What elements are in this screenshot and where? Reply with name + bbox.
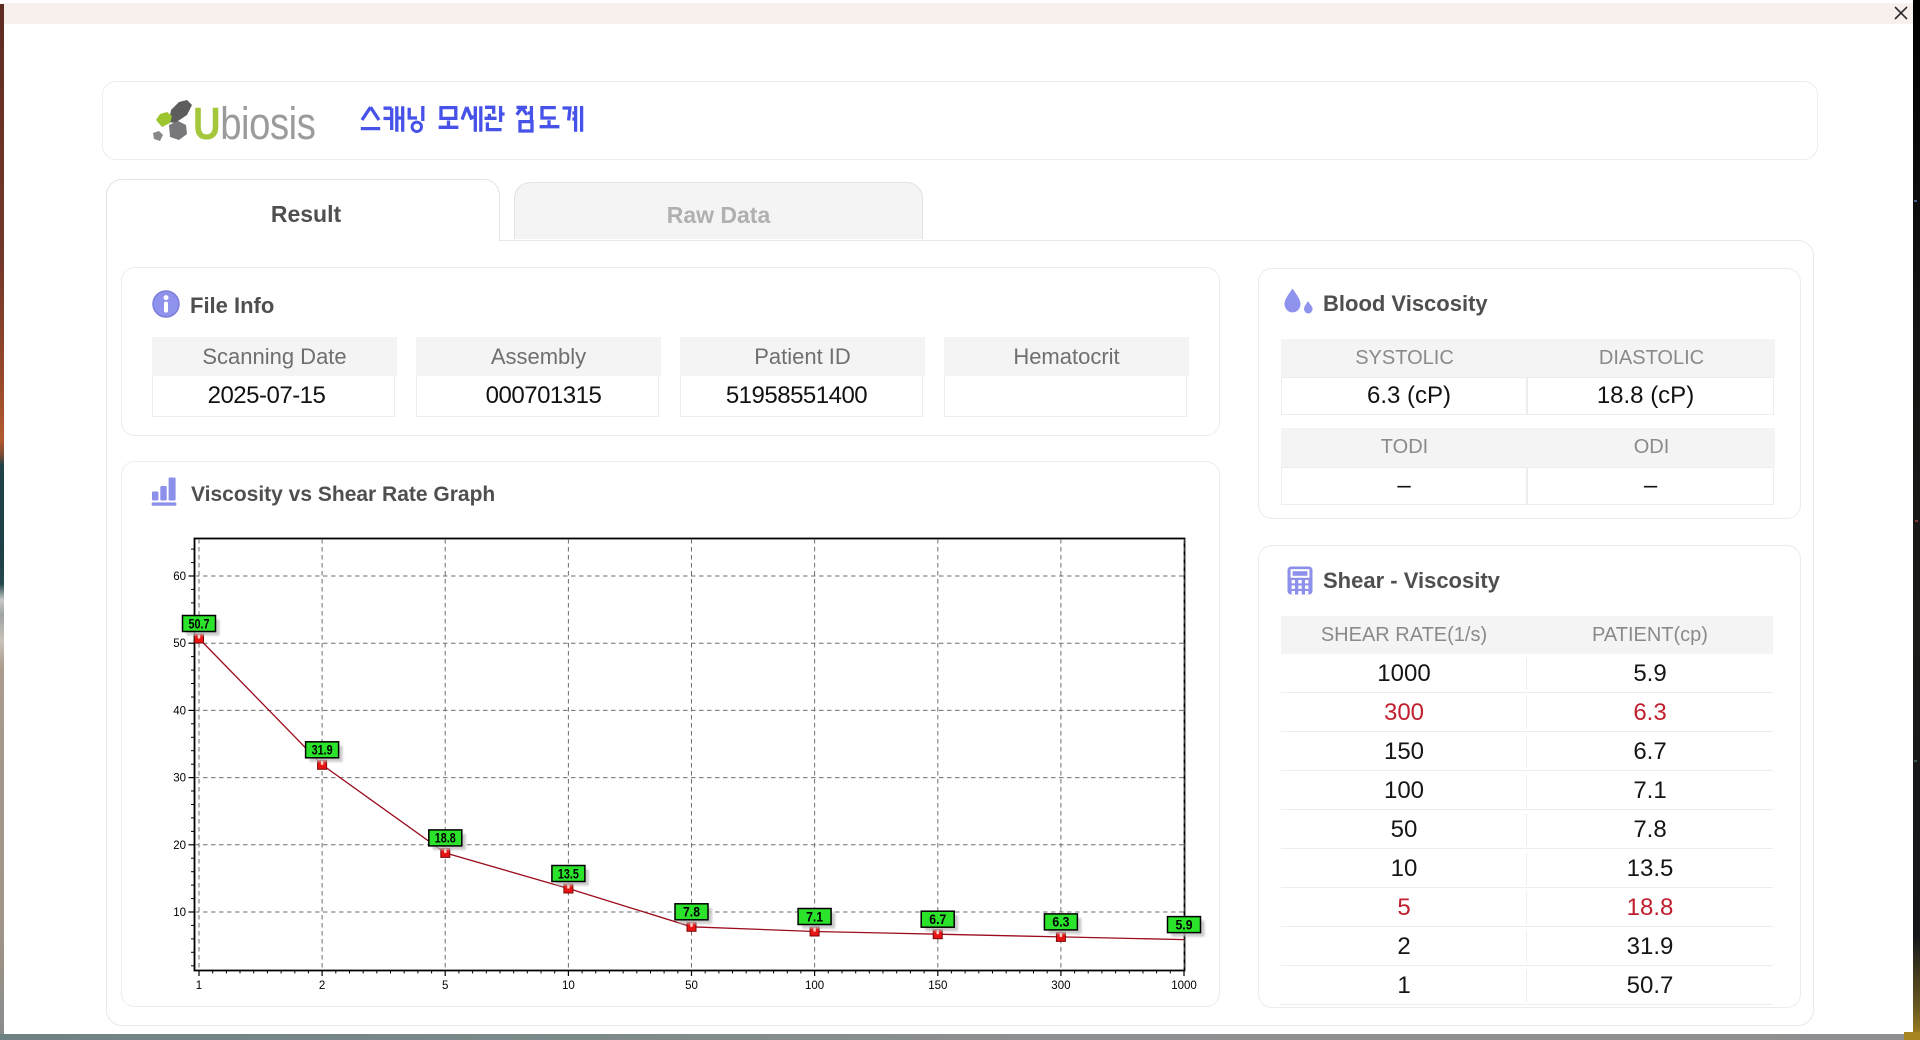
svg-text:50: 50 — [685, 980, 698, 992]
svg-text:30: 30 — [173, 773, 186, 785]
svg-text:20: 20 — [173, 840, 186, 852]
svg-text:2: 2 — [319, 980, 325, 992]
svg-text:6.3: 6.3 — [1052, 914, 1069, 930]
svg-text:50.7: 50.7 — [189, 615, 210, 631]
svg-text:10: 10 — [173, 907, 186, 919]
svg-text:6.7: 6.7 — [929, 911, 946, 927]
svg-text:5.9: 5.9 — [1176, 916, 1193, 932]
svg-text:300: 300 — [1051, 980, 1070, 992]
svg-text:100: 100 — [805, 980, 824, 992]
svg-text:1: 1 — [196, 980, 202, 992]
svg-text:13.5: 13.5 — [558, 865, 579, 881]
svg-text:150: 150 — [928, 980, 947, 992]
svg-text:50: 50 — [173, 638, 186, 650]
svg-text:5: 5 — [442, 980, 448, 992]
svg-text:7.8: 7.8 — [683, 904, 700, 920]
svg-text:1000: 1000 — [1171, 980, 1197, 992]
svg-text:18.8: 18.8 — [435, 830, 456, 846]
svg-text:7.1: 7.1 — [806, 908, 823, 924]
svg-text:10: 10 — [562, 980, 575, 992]
svg-text:31.9: 31.9 — [312, 742, 333, 758]
svg-text:60: 60 — [173, 571, 186, 583]
svg-text:40: 40 — [173, 705, 186, 717]
